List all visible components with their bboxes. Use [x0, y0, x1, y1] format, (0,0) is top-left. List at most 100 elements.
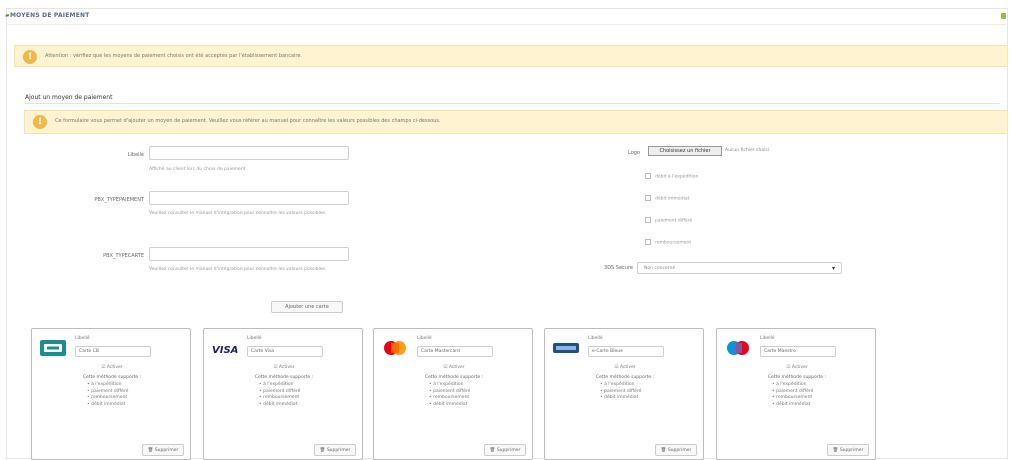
delete-label: Supprimer [154, 448, 179, 453]
delete-button[interactable]: 🗑 Supprimer [827, 444, 869, 456]
activate-label: Activer [619, 365, 636, 370]
checkbox-box[interactable] [645, 239, 651, 245]
trash-icon: 🗑 [489, 448, 497, 453]
card-libelle-input[interactable]: e-Carte Bleue [588, 346, 664, 357]
delete-label: Supprimer [326, 448, 351, 453]
methods-list: à l'expédition paiement différé rembours… [259, 382, 300, 408]
ecarte-bleue-logo-icon [553, 343, 579, 353]
trash-icon: 🗑 [832, 448, 840, 453]
3ds-select[interactable]: Non concerné ▾ [637, 262, 842, 274]
3ds-label: 3DS Secure [604, 265, 633, 271]
chevron-down-icon: ▾ [831, 265, 835, 272]
cb-logo-icon [40, 340, 66, 356]
card-libelle-label: Libellé [760, 336, 775, 341]
type-paiement-input[interactable] [149, 191, 349, 205]
file-status: Aucun fichier choisi [725, 148, 769, 153]
card-libelle-label: Libellé [247, 336, 262, 341]
methods-list: à l'expédition paiement différé rembours… [87, 382, 128, 408]
list-item: remboursement [429, 395, 470, 402]
type-carte-input[interactable] [149, 247, 349, 261]
list-item: remboursement [259, 395, 300, 402]
list-item: remboursement [772, 395, 813, 402]
type-carte-label: PBX_TYPECARTE [103, 253, 144, 259]
info-alert-form: ! Ce formulaire vous permet d'ajouter un… [24, 110, 1008, 134]
activate-checkbox[interactable]: ☑ Activer [204, 365, 364, 370]
methods-title: Cette méthode supporte : [424, 375, 484, 380]
checkbox-label: débit immédiat [655, 196, 690, 202]
mastercard-logo-icon [384, 341, 406, 355]
page-title: MOYENS DE PAIEMENT [10, 12, 90, 19]
methods-title: Cette méthode supporte : [254, 375, 314, 380]
checkbox-debit-expedition[interactable]: débit à l'expédition [645, 173, 698, 180]
libelle-input[interactable] [149, 146, 349, 160]
choose-file-button[interactable]: Choisissez un fichier [648, 146, 722, 156]
logo-label: Logo [628, 150, 640, 156]
delete-button[interactable]: 🗑 Supprimer [142, 444, 184, 456]
methods-title: Cette méthode supporte : [82, 375, 142, 380]
libelle-help: Affiché au client lors du choix de paiem… [149, 167, 246, 172]
select-value: Non concerné [644, 266, 676, 271]
list-item: débit immédiat [600, 395, 641, 402]
payment-card-maestro: Libellé Carte Maestro ☑ Activer Cette mé… [716, 328, 876, 460]
activate-checkbox[interactable]: ☑ Activer [374, 365, 534, 370]
activate-checkbox[interactable]: ☑ Activer [717, 365, 877, 370]
type-paiement-label: PBX_TYPEPAIEMENT [94, 197, 144, 203]
maestro-logo-icon [727, 341, 749, 355]
delete-label: Supprimer [667, 448, 692, 453]
checkbox-debit-immediat[interactable]: débit immédiat [645, 195, 689, 202]
warning-icon: ! [33, 115, 47, 129]
checkbox-box[interactable] [645, 217, 651, 223]
card-libelle-input[interactable]: Carte Visa [247, 346, 323, 357]
payment-card-visa: VISA Libellé Carte Visa ☑ Activer Cette … [203, 328, 363, 460]
card-libelle-label: Libellé [588, 336, 603, 341]
type-paiement-help: Veuillez consulter le manuel d'intégrati… [149, 211, 327, 216]
delete-button[interactable]: 🗑 Supprimer [314, 444, 356, 456]
delete-label: Supprimer [496, 448, 521, 453]
svg-text:VISA: VISA [212, 345, 238, 356]
card-libelle-label: Libellé [75, 336, 90, 341]
activate-checkbox[interactable]: ☑ Activer [32, 365, 192, 370]
methods-list: à l'expédition paiement différé rembours… [772, 382, 813, 408]
methods-title: Cette méthode supporte : [767, 375, 827, 380]
section-divider [25, 103, 1000, 104]
card-libelle-input[interactable]: Carte CB [75, 346, 151, 357]
alert-text: Ce formulaire vous permet d'ajouter un m… [55, 118, 441, 124]
libelle-label: Libellé [127, 152, 144, 158]
methods-title: Cette méthode supporte : [595, 375, 655, 380]
payment-card-ecarte-bleue: Libellé e-Carte Bleue ☑ Activer Cette mé… [544, 328, 704, 460]
activate-checkbox[interactable]: ☑ Activer [545, 365, 705, 370]
activate-label: Activer [448, 365, 465, 370]
checkbox-remboursement[interactable]: remboursement [645, 239, 691, 246]
checkbox-label: remboursement [655, 240, 692, 246]
activate-label: Activer [106, 365, 123, 370]
card-libelle-input[interactable]: Carte Mastercard [417, 346, 493, 357]
card-libelle-label: Libellé [417, 336, 432, 341]
list-item: débit immédiat [429, 402, 470, 409]
list-item: débit immédiat [259, 402, 300, 409]
checkbox-box[interactable] [645, 195, 651, 201]
alert-text: Attention : vérifiez que les moyens de p… [45, 53, 303, 59]
delete-button[interactable]: 🗑 Supprimer [484, 444, 526, 456]
list-item: débit immédiat [87, 402, 128, 409]
trash-icon: 🗑 [319, 448, 327, 453]
card-libelle-input[interactable]: Carte Maestro [760, 346, 836, 357]
payment-card-cb: Libellé Carte CB ☑ Activer Cette méthode… [31, 328, 191, 460]
activate-label: Activer [791, 365, 808, 370]
delete-label: Supprimer [839, 448, 864, 453]
trash-icon: 🗑 [147, 448, 155, 453]
checkbox-label: débit à l'expédition [655, 174, 699, 180]
delete-button[interactable]: 🗑 Supprimer [655, 444, 697, 456]
checkbox-box[interactable] [645, 173, 651, 179]
payment-card-mastercard: Libellé Carte Mastercard ☑ Activer Cette… [373, 328, 533, 460]
visa-logo-icon: VISA [212, 345, 238, 356]
add-card-button[interactable]: Ajouter une carte [271, 301, 343, 313]
checkbox-label: paiement différé [655, 218, 693, 224]
list-item: remboursement [87, 395, 128, 402]
warning-alert-top: ! Attention : vérifiez que les moyens de… [14, 45, 1008, 67]
collapse-icon[interactable] [1001, 13, 1006, 19]
trash-icon: 🗑 [660, 448, 668, 453]
list-item: débit immédiat [772, 402, 813, 409]
checkbox-paiement-differe[interactable]: paiement différé [645, 217, 692, 224]
type-carte-help: Veuillez consulter le manuel d'intégrati… [149, 267, 327, 272]
methods-list: à l'expédition paiement différé rembours… [429, 382, 470, 408]
